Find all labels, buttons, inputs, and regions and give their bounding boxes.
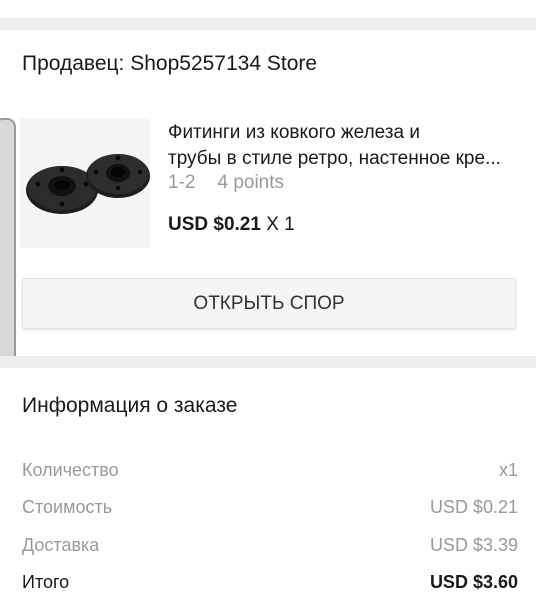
product-name[interactable]: Фитинги из ковкого железа и трубы в стил… — [168, 120, 520, 172]
order-info-card: Информация о заказе Количество x1 Стоимо… — [0, 368, 536, 615]
order-row-value: USD $3.60 — [429, 572, 518, 592]
order-row-cost: Стоимость USD $0.21 — [22, 497, 518, 521]
product-image[interactable] — [20, 118, 150, 248]
open-dispute-button[interactable]: ОТКРЫТЬ СПОР — [22, 278, 516, 329]
previous-section-bottom — [0, 0, 536, 19]
order-row-quantity: Количество x1 — [22, 460, 518, 484]
product-price: USD $0.21 — [168, 214, 261, 235]
order-row-label: Стоимость — [22, 497, 113, 517]
order-row-value: USD $3.39 — [429, 535, 518, 555]
product-name-line1: Фитинги из ковкого железа и — [168, 122, 420, 143]
section-separator — [0, 356, 536, 368]
order-row-label: Количество — [22, 460, 119, 480]
order-row-value: x1 — [498, 460, 518, 480]
flange-fitting-image — [20, 118, 150, 248]
product-points: 4 points — [217, 172, 285, 193]
order-row-shipping: Доставка USD $3.39 — [22, 535, 518, 559]
section-separator — [0, 18, 536, 30]
order-row-label: Доставка — [22, 535, 100, 555]
order-row-label: Итого — [22, 572, 70, 592]
product-quantity: X 1 — [266, 214, 295, 235]
product-variant: 1-2 — [168, 172, 196, 193]
seller-title[interactable]: Продавец: Shop5257134 Store — [22, 52, 317, 76]
product-meta: 1-2 4 points — [168, 172, 284, 194]
side-drag-handle[interactable] — [0, 118, 16, 392]
product-price-line: USD $0.21 X 1 — [168, 214, 295, 236]
order-info-title: Информация о заказе — [22, 394, 238, 417]
order-row-value: USD $0.21 — [429, 497, 518, 517]
order-row-total: Итого USD $3.60 — [22, 572, 518, 596]
product-name-line2: трубы в стиле ретро, настенное кре... — [168, 148, 501, 169]
seller-card: Продавец: Shop5257134 Store Фитинги из к… — [0, 30, 536, 356]
